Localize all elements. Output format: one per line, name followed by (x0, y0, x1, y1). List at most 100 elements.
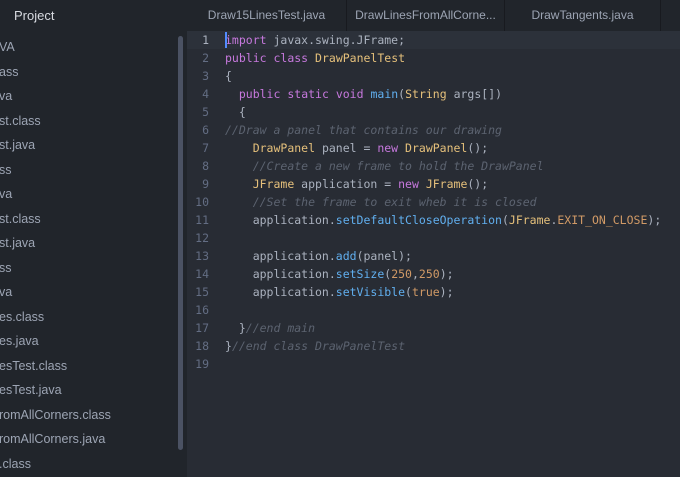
file-name: st.java (0, 138, 36, 152)
file-tree: VA ass va st.class st.java ss va st.class st.jav… (0, 35, 180, 476)
tab-bar: Draw15LinesTest.java DrawLinesFromAllCor… (187, 0, 680, 31)
file-tree-item[interactable]: ss (0, 256, 180, 281)
code-token: //end main (245, 321, 316, 335)
code-text: application.add(panel); (225, 247, 412, 265)
file-tree-item[interactable]: es.class (0, 305, 180, 330)
code-text: }//end main (225, 319, 315, 337)
project-sidebar: Project VA ass va st.class st.java ss va st.cla… (0, 0, 187, 477)
code-text: //Create a new frame to hold the DrawPan… (225, 157, 544, 175)
code-token: ); (439, 285, 454, 299)
code-line[interactable]: 17 }//end main (187, 319, 680, 337)
code-token: import (225, 33, 267, 47)
file-tree-item[interactable]: esTest.class (0, 354, 180, 379)
file-name: st.class (0, 113, 41, 128)
file-name: esTest.java (0, 383, 62, 397)
code-line[interactable]: 18}//end class DrawPanelTest (187, 337, 680, 355)
code-line[interactable]: 6 //Draw a panel that contains our drawin… (187, 121, 680, 139)
file-tree-item[interactable]: ss (0, 158, 180, 183)
code-text: { (225, 103, 246, 121)
file-tree-item[interactable]: romAllCorners.java (0, 427, 180, 452)
code-text: }//end class DrawPanelTest (225, 337, 405, 355)
code-line[interactable]: 10 //Set the frame to exit wheb it is cl… (187, 193, 680, 211)
file-tree-item[interactable]: es.java (0, 329, 180, 354)
code-token: setSize (335, 267, 385, 281)
code-line[interactable]: 7 DrawPanel panel = new DrawPanel(); (187, 139, 680, 157)
file-tree-item[interactable]: romAllCorners.class (0, 403, 180, 428)
code-token: DrawPanelTest (315, 51, 406, 65)
code-line[interactable]: 16 (187, 301, 680, 319)
code-line[interactable]: 13 application.add(panel); (187, 247, 680, 265)
file-tree-item[interactable]: va (0, 280, 180, 305)
code-token: class (273, 51, 309, 65)
code-text: JFrame application = new JFrame(); (225, 175, 488, 193)
sidebar-scrollbar[interactable] (178, 36, 183, 450)
file-tree-item[interactable]: esTest.java (0, 378, 180, 403)
file-tree-item[interactable]: va (0, 182, 180, 207)
code-token: application. (225, 267, 336, 281)
code-line[interactable]: 1 import javax.swing.JFrame; (187, 31, 680, 49)
file-name: es.java (0, 334, 39, 348)
code-line[interactable]: 12 (187, 229, 680, 247)
code-line[interactable]: 3{ (187, 67, 680, 85)
code-line[interactable]: 9 JFrame application = new JFrame(); (187, 175, 680, 193)
code-token: String (405, 87, 447, 101)
file-tree-item[interactable]: .class (0, 452, 180, 477)
code-editor[interactable]: 1 import javax.swing.JFrame; 2 public class… (187, 31, 680, 477)
line-number: 13 (195, 249, 209, 263)
code-token: } (225, 339, 232, 353)
code-token: setDefaultCloseOperation (335, 213, 502, 227)
file-tree-item[interactable]: st.class (0, 109, 180, 134)
file-tree-item[interactable]: va (0, 84, 180, 109)
tab-draw15linestest[interactable]: Draw15LinesTest.java (187, 0, 347, 31)
code-token: { (225, 69, 232, 83)
file-tree-item[interactable]: VA (0, 35, 180, 60)
code-text: application.setSize(250,250); (225, 265, 454, 283)
code-line[interactable]: 2 public class DrawPanelTest (187, 49, 680, 67)
code-token: main (370, 87, 399, 101)
code-text: application.setVisible(true); (225, 283, 454, 301)
code-line[interactable]: 4 public static void main(String args[]) (187, 85, 680, 103)
code-line[interactable]: 15 application.setVisible(true); (187, 283, 680, 301)
file-name: esTest.class (0, 358, 68, 373)
code-token: (); (467, 177, 489, 191)
code-token: application. (225, 249, 336, 263)
line-number: 3 (202, 69, 209, 83)
code-line[interactable]: 14 application.setSize(250,250); (187, 265, 680, 283)
code-token: public (238, 87, 281, 101)
tab-drawtangents[interactable]: DrawTangents.java (505, 0, 661, 31)
code-line[interactable]: 8 //Create a new frame to hold the DrawP… (187, 157, 680, 175)
line-number: 14 (195, 267, 209, 281)
code-token: //Set the frame to exit wheb it is close… (252, 195, 537, 209)
code-token: true (411, 285, 440, 299)
code-token: add (335, 249, 357, 263)
code-token: ( (501, 213, 509, 227)
file-name: ass (0, 64, 19, 79)
file-tree-item[interactable]: ass (0, 60, 180, 85)
file-tree-item[interactable]: st.java (0, 133, 180, 158)
code-line[interactable]: 11 application.setDefaultCloseOperation(… (187, 211, 680, 229)
code-token: ); (439, 267, 454, 281)
code-token: } (225, 321, 246, 335)
code-text: //Set the frame to exit wheb it is close… (225, 193, 537, 211)
code-line[interactable]: 5 { (187, 103, 680, 121)
code-lines: 1 import javax.swing.JFrame; 2 public class… (187, 31, 680, 373)
file-tree-item[interactable]: st.class (0, 207, 180, 232)
code-line[interactable]: 19 (187, 355, 680, 373)
code-token: void (335, 87, 364, 101)
file-name: st.java (0, 236, 36, 250)
code-text: DrawPanel panel = new DrawPanel(); (225, 139, 488, 157)
line-number: 2 (202, 51, 209, 65)
code-text: //Draw a panel that contains our drawing (225, 121, 502, 139)
file-tree-item[interactable]: st.java (0, 231, 180, 256)
code-token: //end class DrawPanelTest (231, 339, 406, 353)
code-token: { (225, 105, 246, 119)
line-number: 19 (195, 357, 209, 371)
code-token: args[]) (446, 87, 503, 101)
tab-drawlinesfromallcorners[interactable]: DrawLinesFromAllCorne... (347, 0, 505, 31)
line-number: 16 (195, 303, 209, 317)
file-name: VA (0, 40, 15, 54)
